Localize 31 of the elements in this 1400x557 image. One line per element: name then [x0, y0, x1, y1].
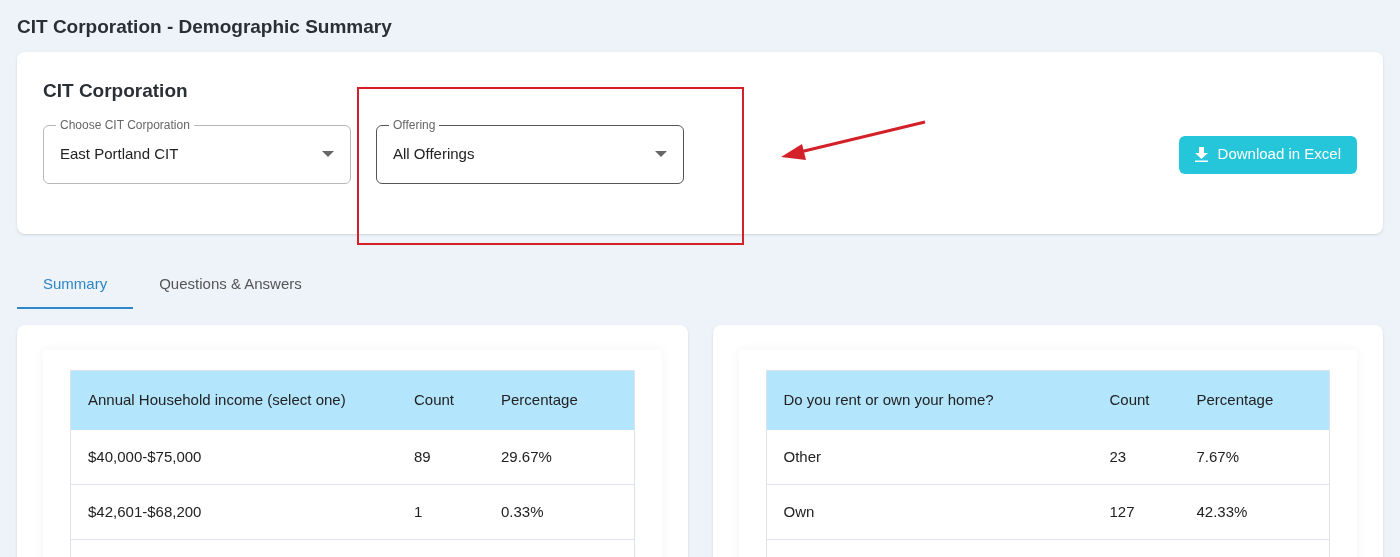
- select-label: Offering: [392, 118, 437, 132]
- table-cell-text: 7.67%: [1196, 446, 1241, 467]
- table-cell-text: Other: [782, 446, 822, 467]
- table-cell-text: 42.33%: [1196, 501, 1249, 522]
- select-value: All Offerings: [393, 143, 476, 164]
- table-cell-text: 89: [414, 446, 432, 467]
- column-header: Percentage: [501, 390, 579, 411]
- dropdown-select[interactable]: Offering All Offerings: [376, 118, 684, 184]
- select-label: Choose CIT Corporation: [59, 118, 191, 132]
- table-cell-text: 23: [1109, 446, 1128, 467]
- table-cell-text: $40,000-$75,000: [87, 446, 203, 467]
- tab[interactable]: Summary: [17, 262, 134, 309]
- dropdown-caret-icon: [322, 151, 334, 157]
- table-cell-text: 1: [414, 501, 424, 522]
- table-cell-text: Own: [782, 501, 816, 522]
- dropdown-caret-icon: [655, 151, 667, 157]
- select-value: East Portland CIT: [60, 143, 180, 164]
- column-header: Do you rent or own your home?: [782, 390, 995, 411]
- download-icon: [1194, 147, 1208, 162]
- table-cell-text: 127: [1109, 501, 1136, 522]
- table-cell-text: 0.33%: [501, 501, 545, 522]
- column-header: Count: [1109, 390, 1151, 411]
- table-cell-text: $42,601-$68,200: [87, 501, 203, 522]
- dropdown-select[interactable]: Choose CIT Corporation East Portland CIT: [43, 118, 351, 184]
- card-title: CIT Corporation: [43, 79, 189, 103]
- column-header: Count: [414, 390, 456, 411]
- column-header: Percentage: [1196, 390, 1275, 411]
- page-title: CIT Corporation - Demographic Summary: [17, 15, 393, 39]
- column-header: Annual Household income (select one): [87, 390, 347, 411]
- table-cell-text: 29.67%: [501, 446, 553, 467]
- tab[interactable]: Questions & Answers: [133, 262, 328, 309]
